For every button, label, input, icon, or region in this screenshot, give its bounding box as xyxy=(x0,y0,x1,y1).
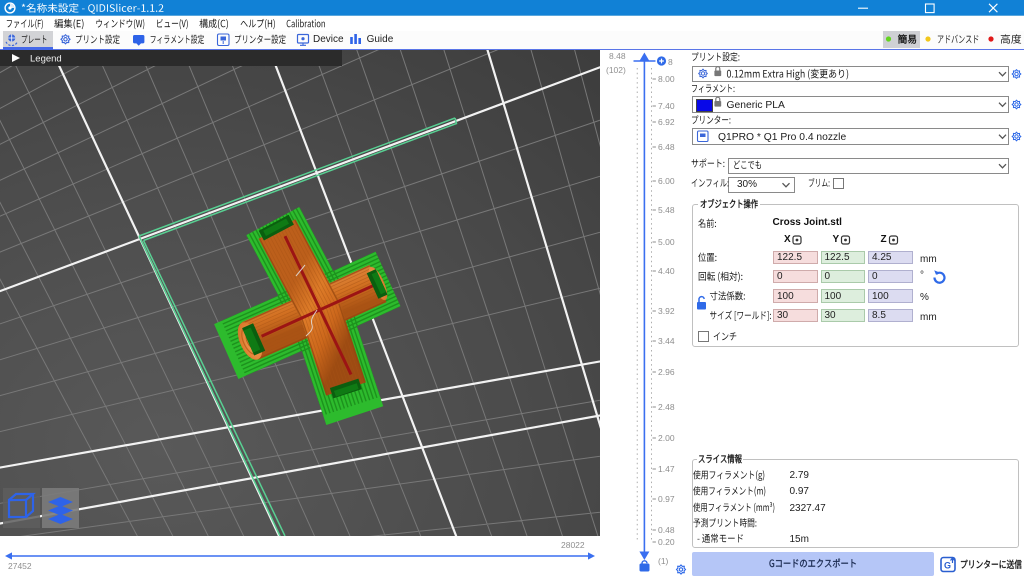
svg-text:Legend: Legend xyxy=(30,54,62,65)
svg-text:G: G xyxy=(944,561,951,571)
